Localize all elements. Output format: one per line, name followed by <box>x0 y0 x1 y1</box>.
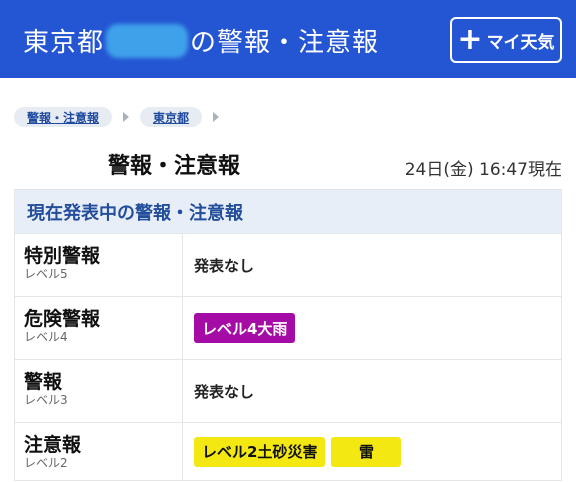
breadcrumb: 警報・注意報 東京都 <box>14 107 230 127</box>
status-text: 発表なし <box>194 382 255 401</box>
row-label-cell: 危険警報 レベル4 <box>15 297 183 359</box>
breadcrumb-warnings[interactable]: 警報・注意報 <box>14 107 113 127</box>
table-row: 特別警報 レベル5 発表なし <box>15 233 561 296</box>
plus-icon: + <box>457 22 483 57</box>
redacted-area <box>106 23 189 58</box>
table-row: 危険警報 レベル4 レベル4大雨 <box>15 296 561 359</box>
warnings-table: 現在発表中の警報・注意報 特別警報 レベル5 発表なし 危険警報 レベル4 レベ… <box>14 189 562 481</box>
row-name: 注意報 <box>24 434 82 456</box>
row-status-cell: レベル2土砂災害 雷 <box>183 423 561 480</box>
table-row: 注意報 レベル2 レベル2土砂災害 雷 <box>15 422 561 480</box>
my-weather-button[interactable]: + マイ天気 <box>450 17 562 63</box>
site-header: 東京都 の警報・注意報 + マイ天気 <box>0 0 576 78</box>
header-title-prefix: 東京都 <box>23 28 105 58</box>
row-status-cell: 発表なし <box>183 234 561 296</box>
row-name: 特別警報 <box>24 245 101 267</box>
table-row: 警報 レベル3 発表なし <box>15 359 561 422</box>
header-title: 東京都 の警報・注意報 <box>23 22 379 59</box>
row-name: 危険警報 <box>24 308 101 330</box>
row-label-cell: 警報 レベル3 <box>15 360 183 422</box>
row-status-cell: 発表なし <box>183 360 561 422</box>
breadcrumb-tokyo[interactable]: 東京都 <box>140 107 203 127</box>
page-title: 警報・注意報 <box>108 154 241 179</box>
advisory-badge-landslide[interactable]: レベル2土砂災害 <box>194 436 326 467</box>
header-title-suffix: の警報・注意報 <box>190 28 380 58</box>
chevron-right-icon <box>123 112 130 122</box>
advisory-badge-thunder[interactable]: 雷 <box>331 436 402 467</box>
row-label-cell: 特別警報 レベル5 <box>15 234 183 296</box>
row-level: レベル5 <box>24 267 68 281</box>
table-header: 現在発表中の警報・注意報 <box>15 190 561 233</box>
row-level: レベル3 <box>24 393 68 407</box>
row-level: レベル4 <box>24 330 68 344</box>
row-status-cell: レベル4大雨 <box>183 297 561 359</box>
updated-timestamp: 24日(金) 16:47現在 <box>404 160 562 180</box>
row-level: レベル2 <box>24 456 68 470</box>
row-name: 警報 <box>24 371 63 393</box>
status-text: 発表なし <box>194 256 255 275</box>
warning-badge-heavy-rain[interactable]: レベル4大雨 <box>194 313 296 343</box>
my-weather-label: マイ天気 <box>486 32 555 53</box>
row-label-cell: 注意報 レベル2 <box>15 423 183 480</box>
chevron-right-icon <box>213 112 220 122</box>
